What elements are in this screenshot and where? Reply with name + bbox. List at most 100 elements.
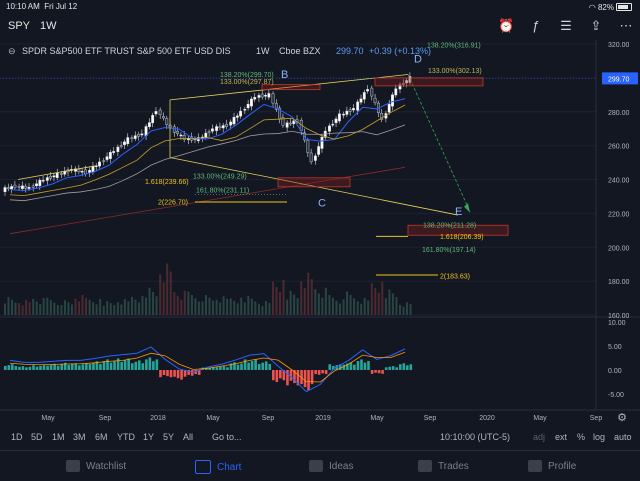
volume-bar bbox=[162, 282, 165, 315]
price-chart[interactable]: BCDE138.20%(316.91)138.20%(299.70)133.00… bbox=[0, 40, 640, 424]
percent-toggle[interactable]: % bbox=[577, 432, 585, 442]
candle-body bbox=[215, 126, 219, 131]
histogram-bar bbox=[46, 365, 49, 370]
volume-bar bbox=[363, 298, 366, 315]
volume-bar bbox=[116, 302, 119, 315]
histogram-bar bbox=[145, 359, 148, 370]
fib-label: 133.00%(302.13) bbox=[428, 68, 482, 75]
histogram-bar bbox=[257, 363, 261, 370]
symbol-button[interactable]: SPY bbox=[8, 20, 30, 32]
volume-bar bbox=[264, 300, 267, 315]
tab-chart[interactable]: Chart bbox=[195, 460, 241, 474]
chart-area[interactable]: B C D E 138.20%(316.91) 138.20%(299.70) 133.00… bbox=[0, 40, 640, 424]
bottom-tab-bar: Watchlist Chart Ideas Trades Profile bbox=[0, 450, 640, 481]
volume-bar bbox=[28, 302, 31, 315]
range-3m[interactable]: 3M bbox=[73, 432, 86, 442]
volume-bar bbox=[85, 297, 88, 315]
tab-profile[interactable]: Profile bbox=[528, 460, 576, 472]
goto-button[interactable]: Go to... bbox=[212, 432, 242, 442]
indicators-icon[interactable]: ƒ bbox=[528, 18, 544, 34]
candle-body bbox=[27, 187, 31, 189]
price-tick-label: 220.00 bbox=[608, 211, 630, 218]
candle-body bbox=[239, 110, 243, 117]
histogram-bar bbox=[11, 364, 14, 370]
volume-bar bbox=[250, 298, 253, 315]
ext-toggle[interactable]: ext bbox=[555, 432, 567, 442]
range-1y[interactable]: 1Y bbox=[143, 432, 154, 442]
legend-interval: 1W bbox=[256, 46, 270, 56]
candle-body bbox=[337, 113, 341, 122]
candle-body bbox=[41, 179, 45, 182]
candle-body bbox=[165, 118, 169, 125]
candle-body bbox=[130, 137, 134, 140]
clock-timezone[interactable]: 10:10:00 (UTC-5) bbox=[440, 432, 510, 442]
range-5y[interactable]: 5Y bbox=[163, 432, 174, 442]
range-ytd[interactable]: YTD bbox=[117, 432, 135, 442]
tab-watchlist[interactable]: Watchlist bbox=[66, 460, 126, 472]
time-tick-label: 2019 bbox=[315, 415, 331, 422]
volume-bar bbox=[356, 301, 359, 315]
volume-bar bbox=[342, 299, 345, 315]
range-1d[interactable]: 1D bbox=[11, 432, 23, 442]
volume-bar bbox=[226, 298, 229, 315]
histogram-bar bbox=[173, 370, 176, 377]
candle-body bbox=[52, 175, 56, 178]
volume-bar bbox=[219, 302, 222, 315]
volume-bar bbox=[141, 295, 144, 315]
share-icon[interactable]: ⇪ bbox=[588, 18, 604, 34]
trades-icon bbox=[418, 460, 432, 472]
tab-trades[interactable]: Trades bbox=[418, 460, 469, 472]
osc-tick-label: -5.00 bbox=[608, 392, 624, 399]
candle-body bbox=[370, 87, 374, 97]
histogram-bar bbox=[25, 367, 28, 370]
log-toggle[interactable]: log bbox=[593, 432, 605, 442]
candle-body bbox=[225, 123, 228, 127]
volume-bar bbox=[7, 296, 10, 315]
fib-label: 161.80%(231.11) bbox=[196, 188, 249, 195]
time-tick-label: Sep bbox=[262, 415, 275, 422]
price-tick-label: 240.00 bbox=[608, 178, 630, 185]
adj-toggle[interactable]: adj bbox=[533, 432, 545, 442]
range-1m[interactable]: 1M bbox=[52, 432, 65, 442]
range-6m[interactable]: 6M bbox=[95, 432, 108, 442]
volume-bar bbox=[102, 305, 105, 315]
last-price-label: 299.70 bbox=[608, 76, 630, 83]
settings-sliders-icon[interactable]: ☰ bbox=[558, 18, 574, 34]
histogram-bar bbox=[141, 363, 145, 370]
legend: ⊖ SPDR S&P500 ETF TRUST S&P 500 ETF USD D… bbox=[8, 46, 431, 56]
volume-bar bbox=[296, 298, 299, 315]
candle-body bbox=[387, 103, 391, 113]
volume-bar bbox=[134, 299, 137, 315]
tab-ideas[interactable]: Ideas bbox=[309, 460, 353, 472]
histogram-bar bbox=[88, 363, 92, 370]
range-all[interactable]: All bbox=[183, 432, 193, 442]
candle-body bbox=[102, 160, 106, 162]
volume-bar bbox=[272, 281, 275, 315]
candle-body bbox=[356, 101, 360, 111]
candle-body bbox=[328, 125, 331, 132]
volume-bar bbox=[321, 297, 324, 315]
status-bar: 10:10 AM Fri Jul 12 ◠ 82% bbox=[0, 0, 640, 14]
volume-bar bbox=[67, 302, 70, 315]
histogram-bar bbox=[60, 363, 64, 370]
candle-body bbox=[80, 171, 84, 173]
candle-body bbox=[267, 93, 271, 98]
range-5d[interactable]: 5D bbox=[31, 432, 43, 442]
auto-toggle[interactable]: auto bbox=[614, 432, 632, 442]
interval-button[interactable]: 1W bbox=[40, 20, 57, 32]
candle-body bbox=[176, 131, 179, 134]
histogram-bar bbox=[99, 363, 102, 370]
volume-bars bbox=[4, 263, 412, 315]
volume-bar bbox=[190, 294, 193, 315]
candle-body bbox=[137, 134, 140, 137]
histogram-bar bbox=[14, 365, 18, 370]
volume-bar bbox=[148, 287, 151, 315]
candle-body bbox=[35, 183, 38, 187]
arrow-head bbox=[464, 203, 470, 213]
histogram-bar bbox=[363, 362, 367, 370]
more-icon[interactable]: ⋯ bbox=[618, 18, 634, 34]
candle-body bbox=[204, 132, 208, 138]
time-tick-label: May bbox=[533, 415, 547, 422]
candle-body bbox=[94, 165, 98, 167]
alarm-clock-icon[interactable]: ⏰ bbox=[498, 18, 514, 34]
